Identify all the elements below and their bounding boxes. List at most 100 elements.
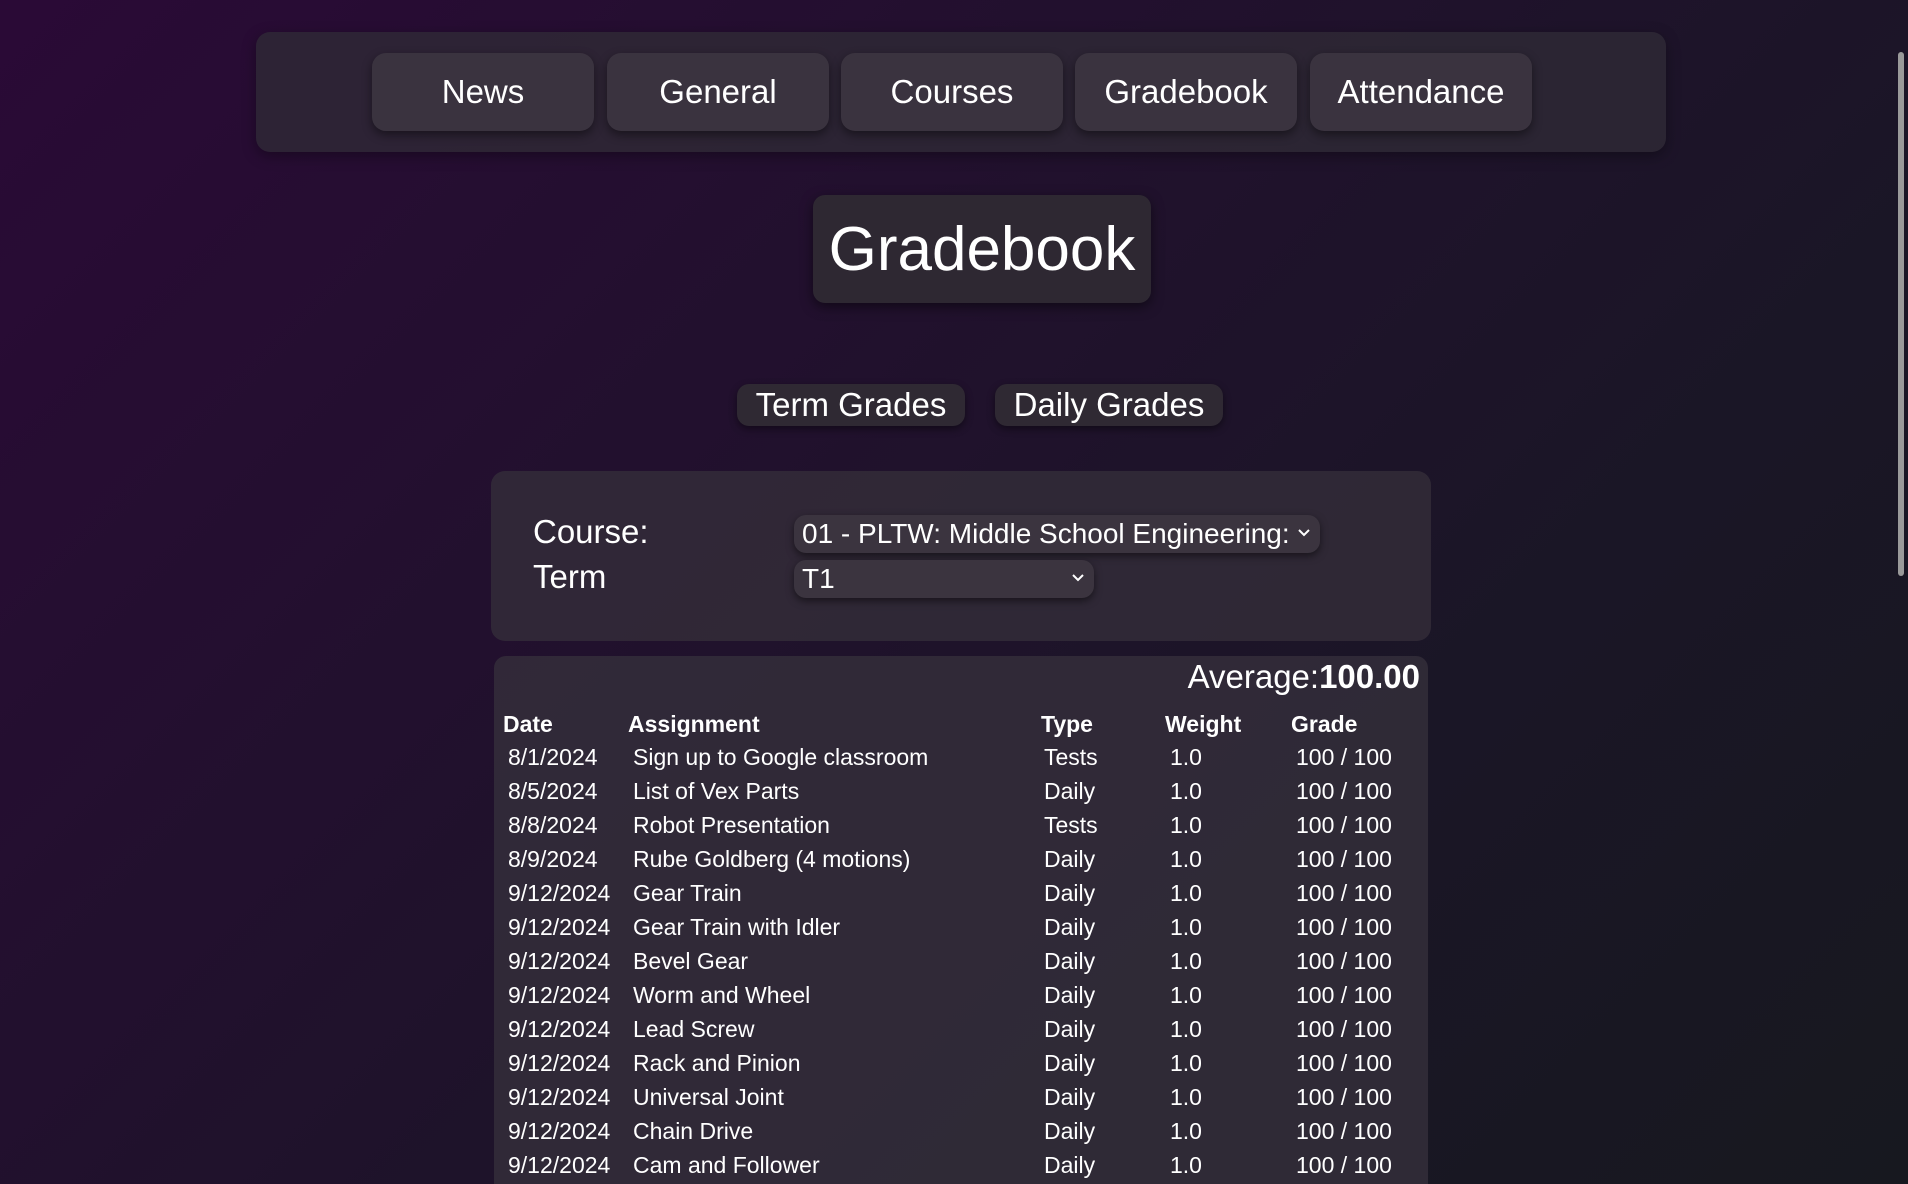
cell-weight: 1.0 — [1170, 1152, 1202, 1178]
table-row: 9/12/2024 Cam and Follower Daily 1.0 100 / 1… — [494, 1152, 1428, 1184]
cell-date: 8/8/2024 — [508, 812, 598, 838]
course-label: Course: — [533, 513, 649, 550]
cell-grade: 100 / 100 — [1296, 914, 1392, 940]
nav-gradebook-button[interactable]: Gradebook — [1075, 53, 1297, 131]
cell-assignment: Cam and Follower — [633, 1152, 820, 1178]
cell-grade: 100 / 100 — [1296, 880, 1392, 906]
cell-weight: 1.0 — [1170, 744, 1202, 770]
cell-date: 8/9/2024 — [508, 846, 598, 872]
term-select-value: T1 — [802, 563, 835, 594]
cell-assignment: Lead Screw — [633, 1016, 755, 1042]
column-header-weight: Weight — [1165, 711, 1242, 737]
cell-grade: 100 / 100 — [1296, 812, 1392, 838]
cell-weight: 1.0 — [1170, 1118, 1202, 1144]
cell-weight: 1.0 — [1170, 914, 1202, 940]
column-header-type: Type — [1041, 711, 1093, 737]
nav-attendance-button[interactable]: Attendance — [1310, 53, 1532, 131]
cell-type: Daily — [1044, 880, 1096, 906]
cell-date: 9/12/2024 — [508, 880, 611, 906]
cell-assignment: Universal Joint — [633, 1084, 784, 1110]
term-grades-button[interactable]: Term Grades — [737, 384, 965, 426]
cell-grade: 100 / 100 — [1296, 1016, 1392, 1042]
cell-weight: 1.0 — [1170, 982, 1202, 1008]
cell-grade: 100 / 100 — [1296, 1084, 1392, 1110]
cell-grade: 100 / 100 — [1296, 744, 1392, 770]
table-row: 9/12/2024 Chain Drive Daily 1.0 100 / 100 — [494, 1118, 1428, 1152]
grades-panel: Average:100.00 Date Assignment Type Weig… — [494, 656, 1428, 1184]
cell-assignment: Bevel Gear — [633, 948, 749, 974]
cell-type: Daily — [1044, 846, 1096, 872]
top-nav: News General Courses Gradebook Attendanc… — [256, 32, 1666, 152]
cell-grade: 100 / 100 — [1296, 846, 1392, 872]
cell-assignment: Sign up to Google classroom — [633, 744, 929, 770]
cell-grade: 100 / 100 — [1296, 1118, 1392, 1144]
term-select[interactable]: T1 — [794, 560, 1094, 598]
cell-weight: 1.0 — [1170, 778, 1202, 804]
cell-type: Daily — [1044, 1152, 1096, 1178]
cell-date: 9/12/2024 — [508, 982, 611, 1008]
cell-type: Daily — [1044, 1050, 1096, 1076]
cell-type: Daily — [1044, 1016, 1096, 1042]
table-row: 8/9/2024 Rube Goldberg (4 motions) Daily 1.… — [494, 846, 1428, 880]
table-row: 9/12/2024 Worm and Wheel Daily 1.0 100 / 100 — [494, 982, 1428, 1016]
cell-grade: 100 / 100 — [1296, 982, 1392, 1008]
cell-type: Daily — [1044, 914, 1096, 940]
filter-panel: Course: 01 - PLTW: Middle School Enginee… — [491, 471, 1431, 641]
term-label: Term — [533, 558, 607, 595]
cell-grade: 100 / 100 — [1296, 778, 1392, 804]
table-row: 9/12/2024 Universal Joint Daily 1.0 100 / 10… — [494, 1084, 1428, 1118]
daily-grades-button[interactable]: Daily Grades — [995, 384, 1223, 426]
cell-weight: 1.0 — [1170, 846, 1202, 872]
cell-type: Daily — [1044, 948, 1096, 974]
column-header-assignment: Assignment — [628, 711, 760, 737]
table-row: 8/5/2024 List of Vex Parts Daily 1.0 100 / 1… — [494, 778, 1428, 812]
table-row: 9/12/2024 Gear Train Daily 1.0 100 / 100 — [494, 880, 1428, 914]
table-row: 9/12/2024 Lead Screw Daily 1.0 100 / 100 — [494, 1016, 1428, 1050]
course-select-value: 01 - PLTW: Middle School Engineering: Au… — [802, 518, 1288, 549]
cell-weight: 1.0 — [1170, 948, 1202, 974]
cell-assignment: Gear Train with Idler — [633, 914, 841, 940]
cell-grade: 100 / 100 — [1296, 948, 1392, 974]
table-row: 9/12/2024 Rack and Pinion Daily 1.0 100 / 10… — [494, 1050, 1428, 1084]
page-scrollbar[interactable] — [1894, 0, 1908, 1184]
scrollbar-thumb[interactable] — [1898, 52, 1904, 576]
course-select[interactable]: 01 - PLTW: Middle School Engineering: Au… — [794, 515, 1320, 553]
cell-date: 9/12/2024 — [508, 914, 611, 940]
cell-weight: 1.0 — [1170, 880, 1202, 906]
cell-grade: 100 / 100 — [1296, 1152, 1392, 1178]
cell-assignment: List of Vex Parts — [633, 778, 800, 804]
table-row: 8/1/2024 Sign up to Google classroom Tests… — [494, 744, 1428, 778]
average-display: Average:100.00 — [1188, 658, 1420, 696]
nav-courses-button[interactable]: Courses — [841, 53, 1063, 131]
cell-date: 9/12/2024 — [508, 1016, 611, 1042]
chevron-down-icon — [1298, 529, 1310, 537]
cell-date: 9/12/2024 — [508, 1050, 611, 1076]
cell-assignment: Rack and Pinion — [633, 1050, 801, 1076]
cell-type: Daily — [1044, 778, 1096, 804]
cell-grade: 100 / 100 — [1296, 1050, 1392, 1076]
cell-date: 8/5/2024 — [508, 778, 598, 804]
table-row: 9/12/2024 Bevel Gear Daily 1.0 100 / 100 — [494, 948, 1428, 982]
column-header-grade: Grade — [1291, 711, 1358, 737]
column-header-date: Date — [503, 711, 553, 737]
cell-date: 9/12/2024 — [508, 1118, 611, 1144]
table-row: 8/8/2024 Robot Presentation Tests 1.0 100 / … — [494, 812, 1428, 846]
cell-assignment: Robot Presentation — [633, 812, 830, 838]
cell-type: Daily — [1044, 1118, 1096, 1144]
table-row: 9/12/2024 Gear Train with Idler Daily 1.0 10… — [494, 914, 1428, 948]
cell-assignment: Rube Goldberg (4 motions) — [633, 846, 911, 872]
cell-weight: 1.0 — [1170, 1050, 1202, 1076]
cell-date: 9/12/2024 — [508, 1152, 611, 1178]
cell-assignment: Gear Train — [633, 880, 742, 906]
cell-date: 9/12/2024 — [508, 948, 611, 974]
cell-type: Daily — [1044, 1084, 1096, 1110]
average-label: Average: — [1187, 658, 1320, 695]
nav-general-button[interactable]: General — [607, 53, 829, 131]
cell-weight: 1.0 — [1170, 1084, 1202, 1110]
cell-weight: 1.0 — [1170, 812, 1202, 838]
cell-type: Tests — [1044, 812, 1098, 838]
cell-assignment: Chain Drive — [633, 1118, 754, 1144]
cell-assignment: Worm and Wheel — [633, 982, 811, 1008]
nav-news-button[interactable]: News — [372, 53, 594, 131]
cell-type: Daily — [1044, 982, 1096, 1008]
